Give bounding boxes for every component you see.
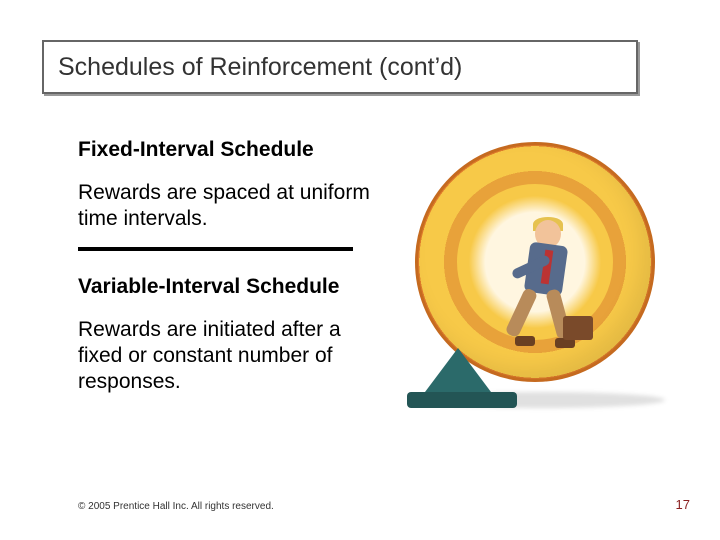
title-box: Schedules of Reinforcement (cont’d) (42, 40, 638, 94)
page-number: 17 (676, 497, 690, 512)
content-column: Fixed-Interval Schedule Rewards are spac… (78, 138, 378, 409)
divider (78, 247, 353, 251)
section-body: Rewards are spaced at uniform time inter… (78, 180, 378, 233)
slide: Schedules of Reinforcement (cont’d) Fixe… (0, 0, 720, 540)
section-heading: Fixed-Interval Schedule (78, 138, 378, 162)
wheel-base-icon (407, 392, 517, 408)
briefcase-icon (563, 316, 593, 340)
copyright-text: © 2005 Prentice Hall Inc. All rights res… (78, 501, 274, 512)
section-heading: Variable-Interval Schedule (78, 275, 378, 299)
running-man-icon (505, 220, 595, 370)
slide-title: Schedules of Reinforcement (cont’d) (58, 53, 462, 82)
section-body: Rewards are initiated after a fixed or c… (78, 317, 378, 396)
hamster-wheel-illustration (395, 130, 675, 410)
